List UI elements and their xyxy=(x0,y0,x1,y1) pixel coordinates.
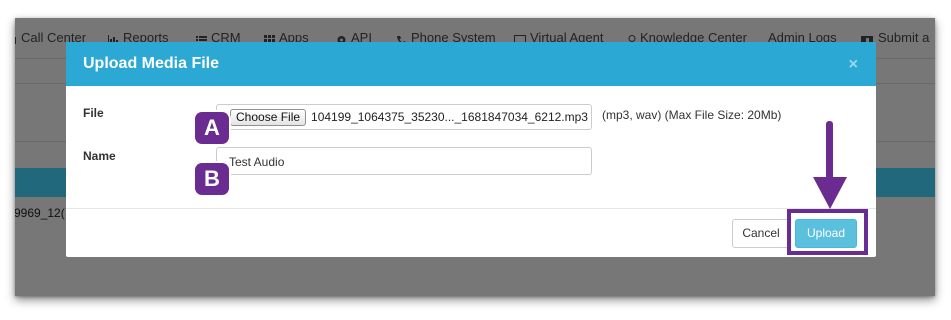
list-icon xyxy=(196,33,207,44)
down-arrow-icon xyxy=(813,121,847,209)
modal-header: Upload Media File × xyxy=(66,42,876,86)
lightbulb-icon xyxy=(628,33,636,44)
phone-icon xyxy=(396,33,407,45)
modal-title: Upload Media File xyxy=(83,55,220,72)
annotation-badge-b: B xyxy=(195,163,229,195)
selected-file-name: 104199_1064375_35230..._1681847034_6212.… xyxy=(311,110,588,124)
close-icon[interactable]: × xyxy=(849,56,858,74)
cancel-button[interactable]: Cancel xyxy=(732,219,790,248)
modal-footer-divider xyxy=(66,208,876,209)
annotation-badge-a: A xyxy=(195,112,229,144)
upload-highlight-box xyxy=(787,209,868,255)
choose-file-button[interactable]: Choose File xyxy=(230,108,307,126)
background-row-text: 9969_12( xyxy=(15,206,65,220)
gear-icon xyxy=(336,33,347,44)
file-hint: (mp3, wav) (Max File Size: 20Mb) xyxy=(602,108,782,122)
phone-icon xyxy=(15,33,17,44)
monitor-icon xyxy=(514,33,526,45)
file-input[interactable]: Choose File 104199_1064375_35230..._1681… xyxy=(216,104,592,130)
ticket-icon xyxy=(861,33,874,44)
name-label: Name xyxy=(83,149,116,163)
name-input[interactable]: Test Audio xyxy=(216,147,592,175)
file-label: File xyxy=(83,106,104,120)
bar-chart-icon xyxy=(108,33,119,45)
upload-media-modal: Upload Media File × File Choose File 104… xyxy=(66,42,876,257)
grid-icon xyxy=(264,33,275,45)
